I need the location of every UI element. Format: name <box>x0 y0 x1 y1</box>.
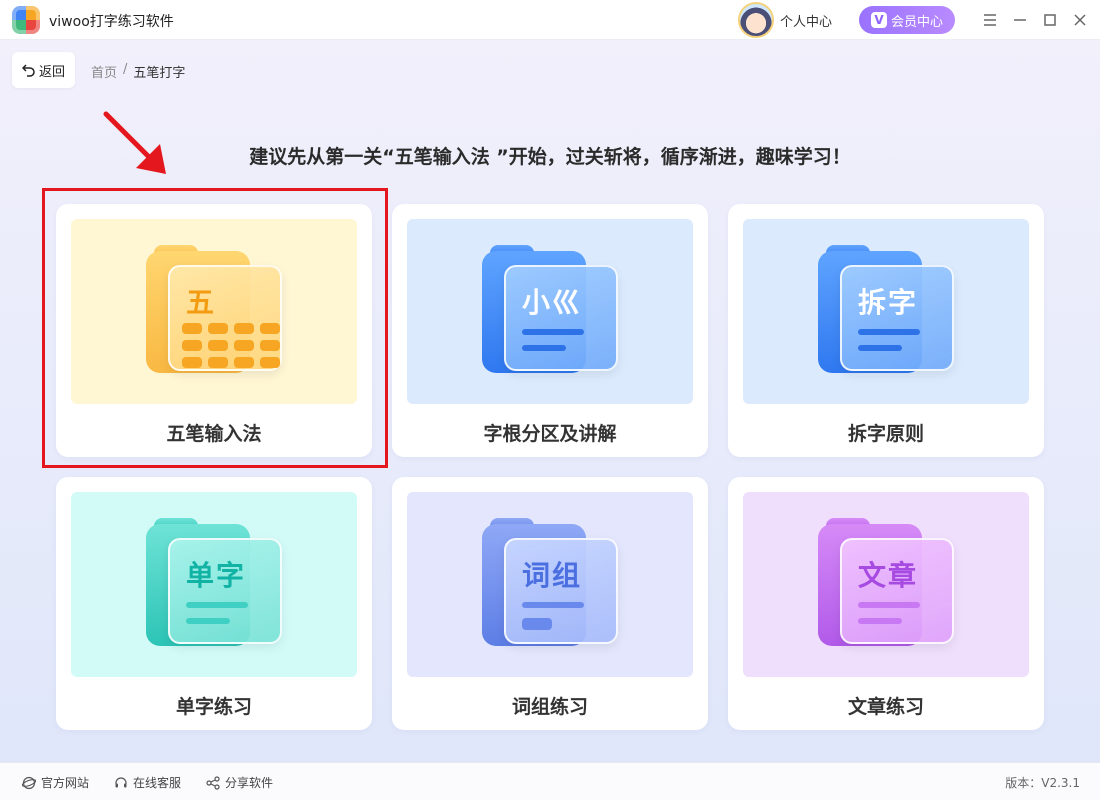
folder-icon: 五 <box>146 245 282 375</box>
folder-art-text: 词组 <box>522 559 583 592</box>
footer: 官方网站 在线客服 分享软件 版本：V2.3.1 <box>0 762 1100 800</box>
card-single-char-practice[interactable]: 单字 单字练习 <box>56 477 372 730</box>
card-article-practice[interactable]: 文章 文章练习 <box>728 477 1044 730</box>
card-art: 拆字 <box>743 219 1029 404</box>
breadcrumb-home[interactable]: 首页 <box>91 62 117 81</box>
back-label: 返回 <box>38 64 65 80</box>
card-splitting-rules[interactable]: 拆字 拆字原则 <box>728 204 1044 457</box>
avatar <box>738 2 774 38</box>
hint-text: 建议先从第一关“五笔输入法 ”开始，过关斩将，循序渐进，趣味学习！ <box>249 146 851 168</box>
card-art: 小巛 <box>407 219 693 404</box>
card-radical-zones[interactable]: 小巛 字根分区及讲解 <box>392 204 708 457</box>
official-website-link[interactable]: 官方网站 <box>22 774 89 791</box>
card-wubi-input-method[interactable]: 五 五笔输入法 <box>56 204 372 457</box>
footer-link-label: 官方网站 <box>41 776 90 790</box>
back-button[interactable]: 返回 <box>12 52 75 88</box>
folder-icon: 拆字 <box>818 245 954 375</box>
online-support-link[interactable]: 在线客服 <box>114 774 181 791</box>
folder-art-text: 文章 <box>858 559 919 592</box>
folder-icon: 小巛 <box>482 245 618 375</box>
globe-icon <box>22 776 36 789</box>
breadcrumb-separator: / <box>123 62 128 77</box>
folder-icon: 词组 <box>482 518 618 648</box>
card-art: 文章 <box>743 492 1029 677</box>
menu-icon[interactable] <box>979 9 1001 31</box>
vip-center-button[interactable]: V 会员中心 <box>859 6 955 34</box>
folder-art-text: 单字 <box>186 559 247 592</box>
user-center-label: 个人中心 <box>780 14 833 30</box>
app-title: viwoo打字练习软件 <box>49 14 174 30</box>
close-icon[interactable] <box>1069 9 1091 31</box>
card-label: 文章练习 <box>847 696 924 718</box>
headset-icon <box>115 776 127 787</box>
card-art: 词组 <box>407 492 693 677</box>
folder-icon: 单字 <box>146 518 282 648</box>
footer-link-label: 在线客服 <box>133 776 182 790</box>
card-label: 字根分区及讲解 <box>483 423 617 445</box>
folder-art-text: 拆字 <box>858 286 919 319</box>
title-bar: viwoo打字练习软件 个人中心 V 会员中心 <box>0 0 1100 40</box>
back-arrow-icon <box>21 64 35 77</box>
minimize-icon[interactable] <box>1009 9 1031 31</box>
breadcrumb: 首页 / 五笔打字 <box>91 62 185 81</box>
card-label: 五笔输入法 <box>166 423 262 445</box>
vip-center-label: 会员中心 <box>890 14 943 30</box>
breadcrumb-current: 五笔打字 <box>133 66 186 81</box>
version-text: 版本：V2.3.1 <box>1005 776 1080 790</box>
folder-icon: 文章 <box>818 518 954 648</box>
user-center-button[interactable]: 个人中心 <box>738 2 832 38</box>
folder-art-text: 小巛 <box>522 286 583 319</box>
card-label: 拆字原则 <box>847 423 924 445</box>
maximize-icon[interactable] <box>1039 9 1061 31</box>
app-logo-icon <box>12 6 40 34</box>
vip-badge-icon: V <box>870 12 887 28</box>
share-icon <box>206 775 220 790</box>
card-label: 词组练习 <box>511 696 588 718</box>
card-label: 单字练习 <box>175 696 252 718</box>
footer-link-label: 分享软件 <box>225 776 274 790</box>
share-software-link[interactable]: 分享软件 <box>206 774 273 791</box>
card-art: 单字 <box>71 492 357 677</box>
folder-art-text: 五 <box>186 286 217 319</box>
card-phrase-practice[interactable]: 词组 词组练习 <box>392 477 708 730</box>
card-art: 五 <box>71 219 357 404</box>
